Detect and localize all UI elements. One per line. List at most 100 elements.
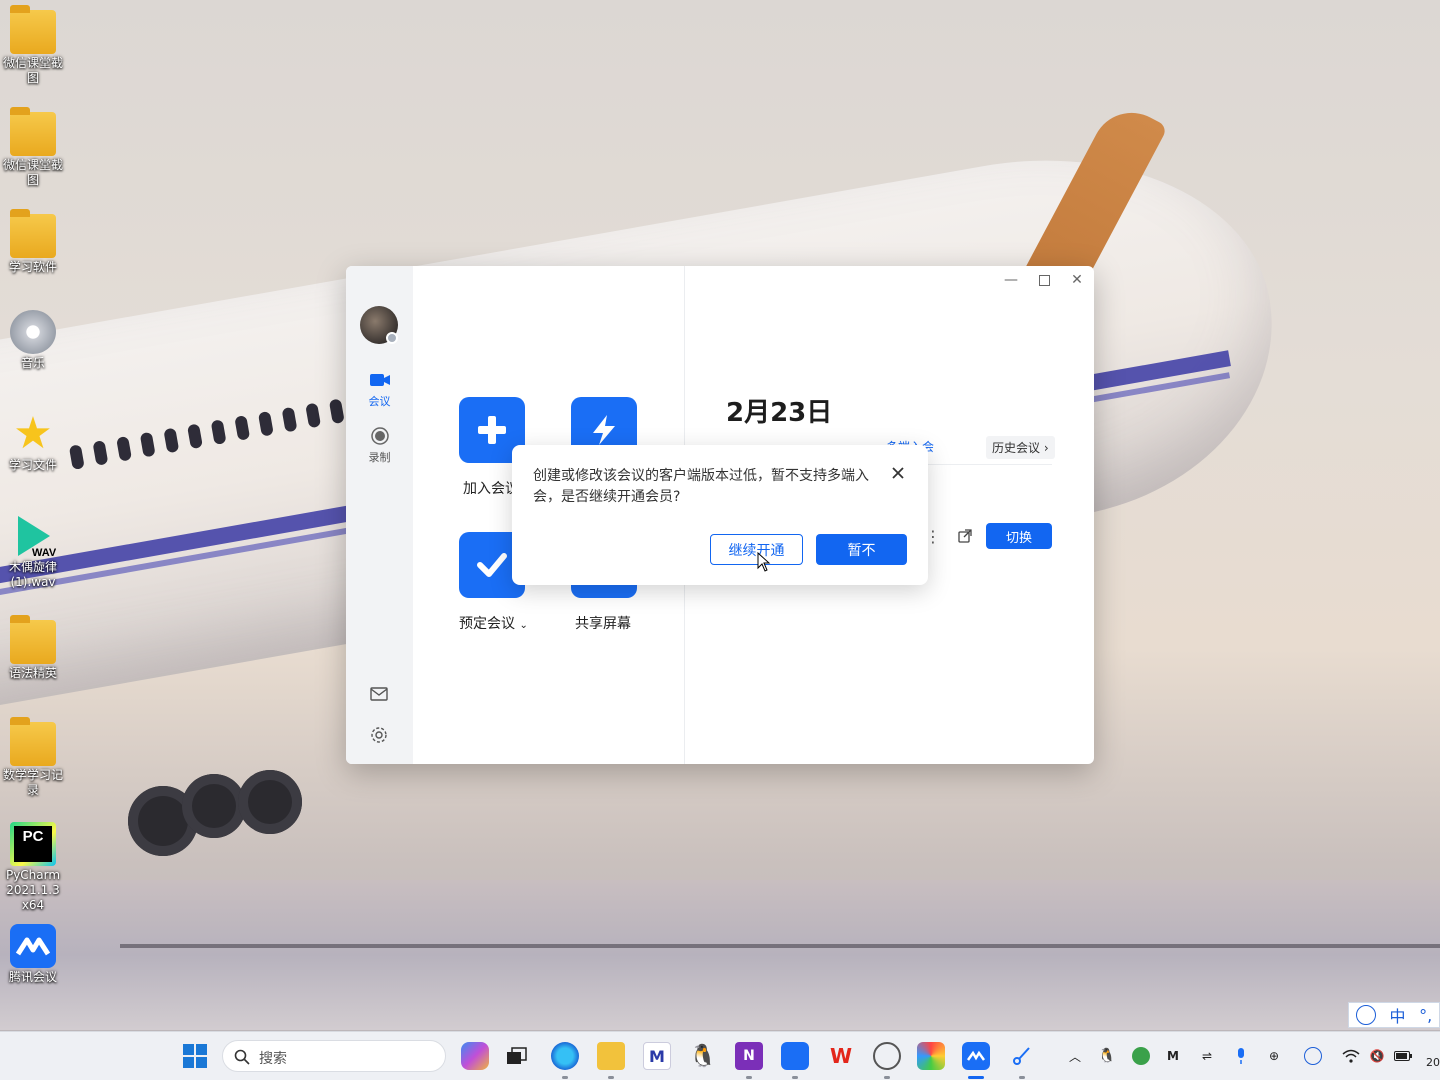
wallpaper-gear xyxy=(238,770,302,834)
volume-muted-icon[interactable]: 🔇 xyxy=(1368,1047,1386,1065)
chevron-up-icon[interactable]: ︿ xyxy=(1066,1047,1084,1065)
wallpaper-runway-line xyxy=(120,944,1440,948)
desktop-icon-wav[interactable]: WAV 木偶旋律 (1).wav xyxy=(0,514,66,590)
checkmark-icon xyxy=(477,553,507,577)
search-placeholder: 搜索 xyxy=(259,1051,287,1067)
nav-meeting[interactable]: 会议 xyxy=(346,370,413,409)
task-view-icon[interactable] xyxy=(503,1042,531,1070)
history-meetings-label: 历史会议 xyxy=(992,441,1041,455)
taskbar-search[interactable]: 搜索 xyxy=(222,1040,446,1072)
desktop-icon-folder[interactable]: 微信课堂截图 xyxy=(0,5,66,86)
lightning-icon xyxy=(593,415,615,445)
battery-icon[interactable] xyxy=(1394,1047,1412,1065)
schedule-meeting-label: 预定会议 xyxy=(459,616,515,632)
running-indicator xyxy=(792,1076,798,1079)
folder-icon xyxy=(10,209,56,258)
microphone-icon[interactable] xyxy=(1232,1047,1250,1065)
folder-icon xyxy=(10,615,56,664)
desktop-icon-music[interactable]: 音乐 xyxy=(0,310,66,371)
security-tray-icon[interactable] xyxy=(1132,1047,1150,1065)
desktop-icon-label: 数学学习记录 xyxy=(2,768,63,797)
switch-button[interactable]: 切换 xyxy=(986,523,1052,549)
desktop-icon-folder[interactable]: 微信课堂截图 xyxy=(0,107,66,188)
nav-meeting-label: 会议 xyxy=(368,395,391,408)
desktop-icon-label: 学习软件 xyxy=(8,260,57,274)
mail-icon[interactable] xyxy=(369,684,389,704)
minimize-button[interactable]: — xyxy=(998,270,1024,290)
desktop-icon-label: 微信课堂截图 xyxy=(2,56,63,85)
wallpaper-gear xyxy=(182,774,246,838)
running-indicator xyxy=(608,1076,614,1079)
settings-gear-icon[interactable] xyxy=(369,725,389,745)
clock-app-icon[interactable] xyxy=(873,1042,901,1070)
clock-text[interactable]: 20 xyxy=(1426,1056,1440,1069)
windows-start-icon[interactable] xyxy=(181,1042,209,1070)
desktop-icon-tencent-meeting[interactable]: 腾讯会议 xyxy=(0,924,66,985)
desktop-icon-pycharm[interactable]: PC PyCharm 2021.1.3 x64 xyxy=(0,822,66,913)
desktop-icon-label: 微信课堂截图 xyxy=(2,158,63,187)
dialog-message: 创建或修改该会议的客户端版本过低，暂不支持多端入会，是否继续开通会员? xyxy=(533,468,869,505)
upgrade-dialog: 创建或修改该会议的客户端版本过低，暂不支持多端入会，是否继续开通会员? 继续开通… xyxy=(512,445,928,585)
desktop-icon-folder[interactable]: 语法精英 xyxy=(0,615,66,681)
ime-punctuation-icon[interactable]: °, xyxy=(1419,1006,1432,1025)
share-screen-label: 共享屏幕 xyxy=(575,616,631,632)
search-icon xyxy=(234,1049,250,1065)
desktop-icon-folder[interactable]: 学习软件 xyxy=(0,209,66,275)
schedule-meeting-label-row[interactable]: 预定会议 ⌄ xyxy=(459,613,528,633)
not-now-button[interactable]: 暂不 xyxy=(816,534,907,565)
date-heading: 2月23日 xyxy=(726,398,833,428)
music-disc-icon xyxy=(10,310,56,354)
video-camera-icon xyxy=(369,370,390,390)
mail-app-icon[interactable]: M xyxy=(643,1042,671,1070)
desktop-icon-star[interactable]: ★ 学习文件 xyxy=(0,412,66,473)
desktop-icon-label: 语法精英 xyxy=(8,666,57,680)
mouse-cursor-icon xyxy=(757,552,771,572)
desktop-icon-label: 学习文件 xyxy=(8,458,57,472)
plus-icon xyxy=(478,416,506,444)
chevron-right-icon: › xyxy=(1043,441,1049,455)
running-indicator xyxy=(746,1076,752,1079)
nav-recording-label: 录制 xyxy=(368,451,391,464)
desktop-icon-folder[interactable]: 数学学习记录 xyxy=(0,717,66,798)
chevron-down-icon: ⌄ xyxy=(519,620,528,631)
play-media-icon: WAV xyxy=(10,514,57,559)
folder-icon xyxy=(10,717,56,766)
dialog-close-icon[interactable] xyxy=(888,463,908,483)
running-indicator xyxy=(1019,1076,1025,1079)
tencent-meeting-taskbar-icon[interactable] xyxy=(962,1042,990,1070)
history-meetings-button[interactable]: 历史会议 › xyxy=(986,436,1055,459)
taskbar: 搜索 M 🐧 N W ︿ 🐧 M ⇌ ⊕ 🔇 20 xyxy=(0,1031,1440,1080)
ifly-icon[interactable] xyxy=(1355,1005,1376,1025)
ime-mode-toggle[interactable]: 中 xyxy=(1389,1003,1405,1027)
wallpaper-runway xyxy=(0,880,1440,1030)
folder-icon xyxy=(10,107,56,156)
snipping-tool-icon[interactable] xyxy=(1008,1042,1036,1070)
ime-tray-icon[interactable]: ⊕ xyxy=(1265,1047,1283,1065)
phone-link-icon[interactable] xyxy=(781,1042,809,1070)
close-window-button[interactable]: ✕ xyxy=(1064,270,1090,290)
star-icon: ★ xyxy=(13,408,53,459)
tencent-meeting-icon xyxy=(10,924,56,968)
mail-tray-icon[interactable]: M xyxy=(1164,1047,1182,1065)
network-sliders-icon[interactable]: ⇌ xyxy=(1198,1047,1216,1065)
file-explorer-icon[interactable] xyxy=(597,1042,625,1070)
copilot-icon[interactable] xyxy=(461,1042,489,1070)
ime-toolbar: 中 °, xyxy=(1348,1002,1440,1028)
wifi-icon[interactable] xyxy=(1342,1047,1360,1065)
wps-office-icon[interactable]: W xyxy=(827,1042,855,1070)
external-link-icon[interactable] xyxy=(954,525,976,547)
running-indicator xyxy=(884,1076,890,1079)
desktop-icon-label: PyCharm 2021.1.3 x64 xyxy=(5,868,61,912)
photos-app-icon[interactable] xyxy=(917,1042,945,1070)
maximize-button[interactable] xyxy=(1031,270,1057,290)
pycharm-icon: PC xyxy=(10,822,56,866)
nav-recording[interactable]: 录制 xyxy=(346,426,413,465)
ifly-tray-icon[interactable] xyxy=(1304,1047,1322,1065)
folder-icon xyxy=(10,5,56,54)
svg-text:WAV: WAV xyxy=(32,547,56,558)
join-meeting-label: 加入会议 xyxy=(463,481,519,497)
edge-browser-icon[interactable] xyxy=(551,1042,579,1070)
qq-tray-icon[interactable]: 🐧 xyxy=(1098,1047,1116,1065)
qq-penguin-icon[interactable]: 🐧 xyxy=(689,1042,717,1070)
onenote-icon[interactable]: N xyxy=(735,1042,763,1070)
